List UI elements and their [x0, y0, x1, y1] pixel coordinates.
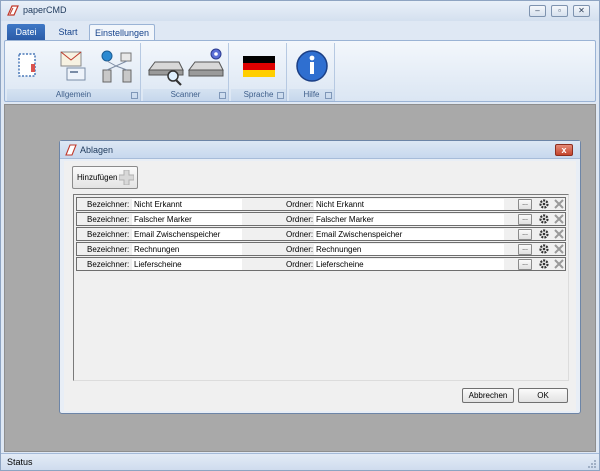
ribbon-group-sprache: Sprache	[231, 43, 287, 101]
browse-button[interactable]: ...	[518, 244, 532, 255]
bezeichner-label: Bezeichner:	[87, 230, 130, 239]
bezeichner-label: Bezeichner:	[87, 200, 130, 209]
ablagen-dialog: Ablagen x Hinzufügen Bezeichner: Nicht E…	[59, 140, 581, 414]
group-launcher-icon[interactable]	[325, 92, 332, 99]
tab-datei[interactable]: Datei	[7, 24, 45, 41]
ordner-label: Ordner:	[286, 230, 314, 239]
group-launcher-icon[interactable]	[277, 92, 284, 99]
ribbon-button-info[interactable]	[294, 46, 330, 86]
bezeichner-field[interactable]: Email Zwischenspeicher	[132, 229, 242, 240]
ordner-label: Ordner:	[286, 260, 314, 269]
resize-grip-icon[interactable]	[588, 460, 596, 468]
list-item: Bezeichner: Email Zwischenspeicher Ordne…	[76, 227, 566, 241]
ribbon-tabs: Datei Start Einstellungen	[1, 21, 599, 41]
gear-icon[interactable]	[538, 228, 550, 240]
browse-button[interactable]: ...	[518, 229, 532, 240]
browse-button[interactable]: ...	[518, 199, 532, 210]
dialog-body: Hinzufügen Bezeichner: Nicht Erkannt Ord…	[64, 161, 576, 411]
dialog-close-button[interactable]: x	[555, 144, 573, 156]
bezeichner-label: Bezeichner:	[87, 260, 130, 269]
cancel-button[interactable]: Abbrechen	[462, 388, 514, 403]
ribbon-group-label: Allgemein	[7, 89, 140, 101]
ribbon-button-network[interactable]	[97, 46, 132, 86]
ribbon-button-document[interactable]	[11, 46, 45, 86]
ordner-field[interactable]: Nicht Erkannt	[314, 199, 504, 210]
document-frame-icon	[18, 53, 36, 77]
status-bar: Status	[1, 453, 599, 470]
browse-button[interactable]: ...	[518, 214, 532, 225]
title-bar: paperCMD – ▫ ✕	[1, 1, 599, 21]
ribbon-button-language[interactable]	[241, 46, 277, 86]
minimize-button[interactable]: –	[529, 5, 546, 17]
scanner-settings-icon	[188, 48, 224, 77]
tab-einstellungen[interactable]: Einstellungen	[89, 24, 155, 41]
network-icon	[101, 50, 132, 83]
window-title: paperCMD	[23, 5, 67, 15]
close-icon: x	[561, 145, 567, 155]
add-button[interactable]: Hinzufügen	[72, 166, 138, 189]
scanner-search-icon	[148, 61, 184, 86]
bezeichner-field[interactable]: Nicht Erkannt	[132, 199, 242, 210]
tab-start[interactable]: Start	[50, 24, 86, 41]
bezeichner-label: Bezeichner:	[87, 245, 130, 254]
info-icon	[296, 50, 328, 82]
ordner-field[interactable]: Lieferscheine	[314, 259, 504, 270]
list-item: Bezeichner: Lieferscheine Ordner: Liefer…	[76, 257, 566, 271]
gear-icon[interactable]	[538, 243, 550, 255]
bezeichner-label: Bezeichner:	[87, 215, 130, 224]
bezeichner-field[interactable]: Rechnungen	[132, 244, 242, 255]
dialog-title-bar: Ablagen x	[60, 141, 580, 159]
delete-icon[interactable]	[553, 213, 565, 225]
status-text: Status	[7, 457, 33, 467]
bezeichner-field[interactable]: Lieferscheine	[132, 259, 242, 270]
app-logo-icon	[65, 144, 77, 156]
app-logo-icon	[7, 5, 19, 16]
ribbon-button-scanner-settings[interactable]	[187, 46, 225, 86]
add-button-label: Hinzufügen	[77, 173, 118, 182]
ok-button[interactable]: OK	[518, 388, 568, 403]
ablagen-list: Bezeichner: Nicht Erkannt Ordner: Nicht …	[73, 194, 569, 381]
ordner-label: Ordner:	[286, 215, 314, 224]
bezeichner-field[interactable]: Falscher Marker	[132, 214, 242, 225]
ribbon-group-scanner: Scanner	[143, 43, 229, 101]
dialog-title: Ablagen	[80, 145, 114, 155]
delete-icon[interactable]	[553, 198, 565, 210]
ordner-field[interactable]: Rechnungen	[314, 244, 504, 255]
ribbon-group-label: Scanner	[143, 89, 228, 101]
ordner-label: Ordner:	[286, 245, 314, 254]
delete-icon[interactable]	[553, 243, 565, 255]
maximize-button[interactable]: ▫	[551, 5, 568, 17]
list-item: Bezeichner: Nicht Erkannt Ordner: Nicht …	[76, 197, 566, 211]
plus-icon	[119, 170, 134, 185]
mail-settings-icon	[60, 51, 86, 81]
delete-icon[interactable]	[553, 258, 565, 270]
ribbon-button-scanner-search[interactable]	[147, 46, 185, 86]
browse-button[interactable]: ...	[518, 259, 532, 270]
ordner-field[interactable]: Falscher Marker	[314, 214, 504, 225]
ordner-field[interactable]: Email Zwischenspeicher	[314, 229, 504, 240]
ribbon-group-hilfe: Hilfe	[289, 43, 335, 101]
app-window: paperCMD – ▫ ✕ Datei Start Einstellungen	[0, 0, 600, 471]
ordner-label: Ordner:	[286, 200, 314, 209]
delete-icon[interactable]	[553, 228, 565, 240]
german-flag-icon	[243, 56, 275, 77]
close-icon: ✕	[578, 6, 585, 15]
minimize-icon: –	[535, 6, 540, 15]
close-window-button[interactable]: ✕	[573, 5, 590, 17]
group-launcher-icon[interactable]	[219, 92, 226, 99]
gear-icon[interactable]	[538, 213, 550, 225]
gear-icon[interactable]	[538, 258, 550, 270]
ribbon-group-allgemein: Allgemein	[7, 43, 141, 101]
list-item: Bezeichner: Falscher Marker Ordner: Fals…	[76, 212, 566, 226]
ribbon: Allgemein Scanner Sprache Hilfe	[4, 40, 596, 102]
group-launcher-icon[interactable]	[131, 92, 138, 99]
list-item: Bezeichner: Rechnungen Ordner: Rechnunge…	[76, 242, 566, 256]
maximize-icon: ▫	[558, 6, 561, 15]
gear-icon[interactable]	[538, 198, 550, 210]
ribbon-button-mail-settings[interactable]	[55, 46, 89, 86]
